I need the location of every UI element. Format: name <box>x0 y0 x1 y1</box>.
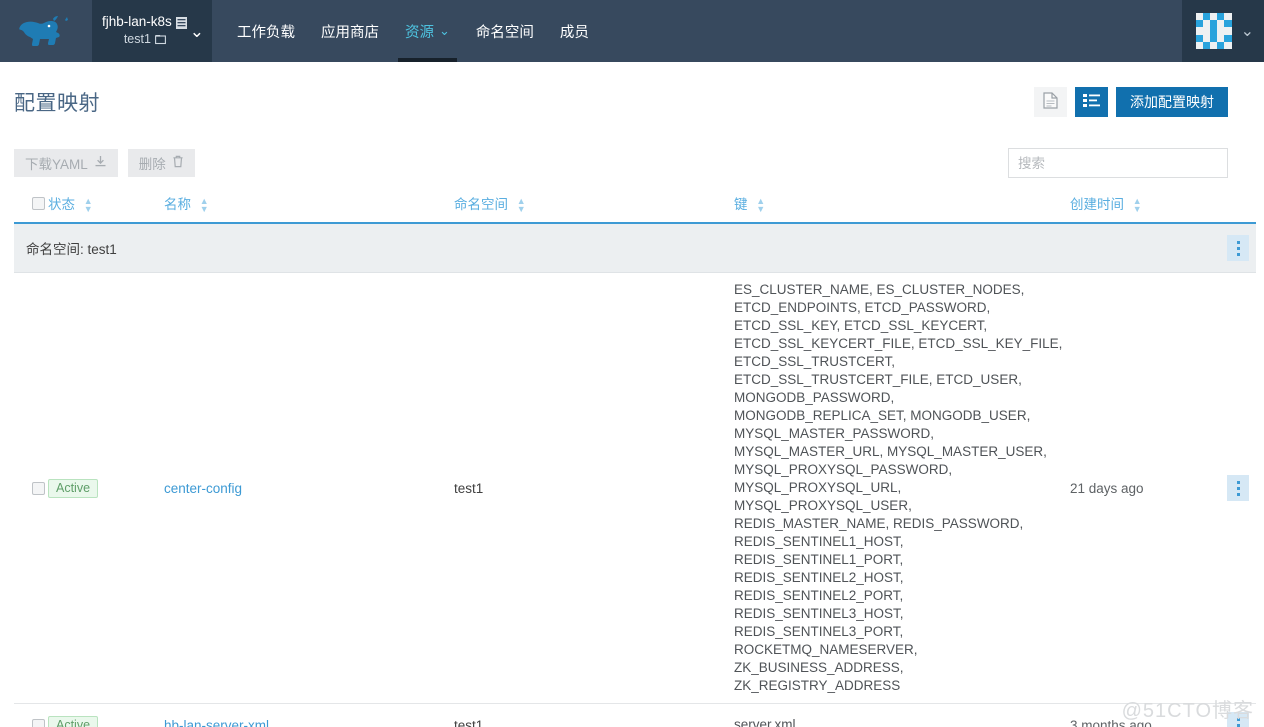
column-header-keys[interactable]: 键 ▲ ▼ <box>734 187 1070 225</box>
sort-icon: ▲ ▼ <box>516 196 526 215</box>
sort-icon: ▲ ▼ <box>199 196 209 215</box>
top-navigation-bar: fjhb-lan-k8s test1 ⌄ 工作负载 应用商店 资源 ⌄ 命名空间… <box>0 0 1264 62</box>
row-name-cell: center-config <box>164 272 454 705</box>
add-configmap-button[interactable]: 添加配置映射 <box>1116 87 1228 117</box>
cluster-project-selector[interactable]: fjhb-lan-k8s test1 ⌄ <box>92 0 212 62</box>
content-area: 下载YAML 删除 搜索 状态 ▲ ▼ 名称 ▲ ▼ 命名空间 ▲ ▼ 键 ▲ … <box>0 148 1264 727</box>
sort-icon: ▲ ▼ <box>756 196 766 215</box>
configmap-name-link[interactable]: center-config <box>164 481 242 496</box>
trash-icon <box>172 155 184 171</box>
project-name-row: test1 <box>102 32 188 48</box>
cluster-project-text: fjhb-lan-k8s test1 <box>102 14 188 48</box>
table-row: Active center-config test1 ES_CLUSTER_NA… <box>14 272 1256 705</box>
page-header: 配置映射 添加配置映射 <box>0 62 1264 120</box>
cluster-name: fjhb-lan-k8s <box>102 14 172 30</box>
download-yaml-label: 下载YAML <box>25 157 88 172</box>
table-header-row: 状态 ▲ ▼ 名称 ▲ ▼ 命名空间 ▲ ▼ 键 ▲ ▼ 创建时间 ▲ ▼ <box>14 187 1256 225</box>
delete-label: 删除 <box>138 157 166 172</box>
row-state-cell: Active <box>48 272 164 705</box>
nav-item-namespaces-label: 命名空间 <box>475 24 534 41</box>
row-namespace-cell: test1 <box>454 703 734 727</box>
app-root: fjhb-lan-k8s test1 ⌄ 工作负载 应用商店 资源 ⌄ 命名空间… <box>0 0 1264 727</box>
status-badge: Active <box>48 715 99 727</box>
user-menu-caret-icon[interactable]: ⌄ <box>1241 21 1254 41</box>
search-input[interactable] <box>1008 148 1228 178</box>
namespace-group-label: 命名空间: test1 <box>26 242 117 258</box>
row-namespace-cell: test1 <box>454 272 734 705</box>
row-keys-cell: ES_CLUSTER_NAME, ES_CLUSTER_NODES, ETCD_… <box>734 272 1070 705</box>
chevron-down-icon: ⌄ <box>439 23 450 38</box>
download-icon <box>94 155 107 171</box>
user-menu[interactable]: ⌄ <box>1181 0 1264 62</box>
row-checkbox[interactable] <box>32 481 45 495</box>
row-state-cell: Active <box>48 703 164 727</box>
delete-button[interactable]: 删除 <box>127 149 195 177</box>
column-header-namespace-label: 命名空间 <box>454 197 508 212</box>
status-badge: Active <box>48 478 99 498</box>
nav-item-workloads[interactable]: 工作负载 <box>224 0 308 62</box>
select-all-header <box>14 187 48 225</box>
row-select-cell <box>14 703 48 727</box>
row-actions-cell <box>1220 703 1256 727</box>
nav-item-members[interactable]: 成员 <box>547 0 602 62</box>
primary-nav-links: 工作负载 应用商店 资源 ⌄ 命名空间 成员 <box>212 0 602 62</box>
column-header-created[interactable]: 创建时间 ▲ ▼ <box>1070 187 1220 225</box>
column-header-namespace[interactable]: 命名空间 ▲ ▼ <box>454 187 734 225</box>
row-created-cell: 21 days ago <box>1070 272 1220 705</box>
page-title: 配置映射 <box>14 92 100 115</box>
document-icon <box>1043 92 1058 112</box>
column-header-actions <box>1220 187 1256 225</box>
column-header-keys-label: 键 <box>734 197 748 212</box>
row-checkbox[interactable] <box>32 718 45 727</box>
list-view-icon <box>1083 93 1100 111</box>
row-created-cell: 3 months ago <box>1070 703 1220 727</box>
column-header-state[interactable]: 状态 ▲ ▼ <box>48 187 164 225</box>
namespace-group-actions-cell <box>1220 223 1256 274</box>
column-header-name-label: 名称 <box>164 197 191 212</box>
sort-icon: ▲ ▼ <box>1132 196 1142 215</box>
nav-item-resources[interactable]: 资源 ⌄ <box>392 0 463 62</box>
nav-item-app-store-label: 应用商店 <box>321 24 379 41</box>
project-name: test1 <box>123 32 151 47</box>
nav-item-workloads-label: 工作负载 <box>237 24 295 41</box>
column-header-name[interactable]: 名称 ▲ ▼ <box>164 187 454 225</box>
column-header-state-label: 状态 <box>48 197 75 212</box>
configmap-name-link[interactable]: hb-lan-server-xml <box>164 718 269 727</box>
sort-icon: ▲ ▼ <box>83 196 93 215</box>
configmaps-table: 状态 ▲ ▼ 名称 ▲ ▼ 命名空间 ▲ ▼ 键 ▲ ▼ 创建时间 ▲ ▼ 命名… <box>14 187 1256 727</box>
table-header: 状态 ▲ ▼ 名称 ▲ ▼ 命名空间 ▲ ▼ 键 ▲ ▼ 创建时间 ▲ ▼ <box>14 187 1256 225</box>
cluster-icon <box>175 16 187 29</box>
nav-item-resources-label: 资源 <box>405 24 434 41</box>
nav-item-app-store[interactable]: 应用商店 <box>308 0 392 62</box>
project-folder-icon <box>154 34 166 45</box>
rancher-logo[interactable] <box>0 0 92 62</box>
namespace-group-row: 命名空间: test1 <box>14 223 1256 274</box>
namespace-group-menu-button[interactable] <box>1227 235 1249 262</box>
table-body: 命名空间: test1 Active center-config test1 E… <box>14 223 1256 727</box>
rancher-cow-logo <box>19 16 68 46</box>
row-keys-cell: server.xml <box>734 703 1070 727</box>
row-name-cell: hb-lan-server-xml <box>164 703 454 727</box>
row-menu-button[interactable] <box>1227 475 1249 502</box>
page-header-actions: 添加配置映射 <box>1034 87 1228 117</box>
column-header-created-label: 创建时间 <box>1070 197 1124 212</box>
avatar <box>1195 13 1232 49</box>
namespace-group-label-cell: 命名空间: test1 <box>14 223 1220 274</box>
cluster-selector-caret-icon[interactable]: ⌄ <box>188 23 208 40</box>
view-yaml-button[interactable] <box>1034 87 1067 117</box>
row-menu-button[interactable] <box>1227 712 1249 727</box>
row-select-cell <box>14 272 48 705</box>
download-yaml-button[interactable]: 下载YAML <box>14 149 118 177</box>
table-row: Active hb-lan-server-xml test1 server.xm… <box>14 703 1256 727</box>
nav-item-members-label: 成员 <box>559 24 589 41</box>
table-toolbar: 下载YAML 删除 <box>14 148 1228 178</box>
nav-item-namespaces[interactable]: 命名空间 <box>463 0 547 62</box>
select-all-checkbox[interactable] <box>32 196 45 210</box>
row-actions-cell <box>1220 272 1256 705</box>
list-view-button[interactable] <box>1075 87 1108 117</box>
cluster-name-row: fjhb-lan-k8s <box>102 14 188 31</box>
